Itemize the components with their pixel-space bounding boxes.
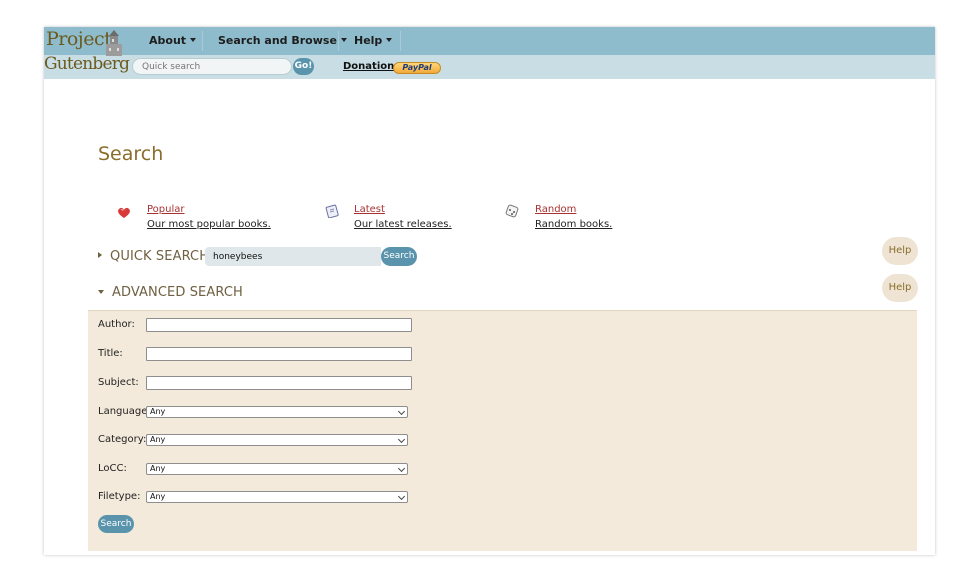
- page-title: Search: [98, 143, 164, 165]
- nav-about[interactable]: About: [149, 34, 197, 47]
- chevron-down-icon: [397, 407, 406, 416]
- advanced-search-toggle[interactable]: ADVANCED SEARCH: [98, 285, 243, 300]
- locc-select[interactable]: Any: [146, 463, 408, 475]
- category-select-value: Any: [150, 435, 166, 444]
- chevron-right-icon: [98, 252, 102, 258]
- nav-divider: [338, 31, 339, 51]
- page-container: Project Gutenberg About Search and Brows…: [44, 27, 935, 555]
- random-description[interactable]: Random books.: [535, 219, 612, 230]
- latest-description[interactable]: Our latest releases.: [354, 219, 452, 230]
- chevron-down-icon: [397, 435, 406, 444]
- title-field[interactable]: [146, 347, 412, 361]
- popular-link[interactable]: Popular: [147, 204, 185, 215]
- project-gutenberg-logo[interactable]: Project Gutenberg: [44, 27, 132, 79]
- quick-search-input[interactable]: [205, 247, 381, 266]
- advanced-search-panel: Author: Title: Subject: Language: Any Ca…: [88, 310, 917, 551]
- author-label: Author:: [98, 319, 135, 330]
- subject-field[interactable]: [146, 376, 412, 390]
- language-select-value: Any: [150, 407, 166, 416]
- book-icon: [325, 204, 339, 218]
- category-label: Category:: [98, 434, 147, 445]
- nav-search-and-browse[interactable]: Search and Browse: [218, 34, 347, 47]
- random-link[interactable]: Random: [535, 204, 576, 215]
- nav-help[interactable]: Help: [354, 34, 393, 47]
- advanced-search-help-button[interactable]: Help: [882, 274, 918, 302]
- chevron-down-icon: [386, 38, 393, 42]
- filetype-label: Filetype:: [98, 491, 141, 502]
- latest-link[interactable]: Latest: [354, 204, 385, 215]
- dice-icon: [505, 204, 519, 218]
- nav-about-label: About: [149, 34, 187, 47]
- locc-select-value: Any: [150, 464, 166, 473]
- locc-label: LoCC:: [98, 463, 127, 474]
- nav-divider: [202, 31, 203, 51]
- paypal-button[interactable]: PayPal: [393, 62, 441, 74]
- chevron-down-icon: [340, 38, 347, 42]
- language-select[interactable]: Any: [146, 406, 408, 418]
- popular-description[interactable]: Our most popular books.: [147, 219, 271, 230]
- nav-divider: [400, 31, 401, 51]
- title-label: Title:: [98, 348, 123, 359]
- advanced-search-button[interactable]: Search: [98, 515, 134, 533]
- quick-search-heading: QUICK SEARCH: [110, 249, 210, 264]
- quick-search-toggle[interactable]: QUICK SEARCH: [98, 249, 209, 264]
- header-quick-search-input[interactable]: [132, 58, 292, 75]
- advanced-search-heading: ADVANCED SEARCH: [112, 285, 243, 300]
- chevron-down-icon: [397, 492, 406, 501]
- logo-line-2: Gutenberg: [44, 54, 130, 74]
- chevron-down-icon: [190, 38, 197, 42]
- heart-icon: [118, 207, 130, 218]
- logo-line-1: Project: [46, 28, 112, 50]
- chevron-down-icon: [397, 464, 406, 473]
- quick-search-help-button[interactable]: Help: [882, 237, 918, 265]
- author-field[interactable]: [146, 318, 412, 332]
- language-label: Language:: [98, 406, 151, 417]
- donation-link[interactable]: Donation: [343, 61, 394, 72]
- nav-help-label: Help: [354, 34, 383, 47]
- nav-search-and-browse-label: Search and Browse: [218, 34, 337, 47]
- filetype-select-value: Any: [150, 492, 166, 501]
- subject-label: Subject:: [98, 377, 139, 388]
- quick-search-button[interactable]: Search: [381, 247, 417, 266]
- category-select[interactable]: Any: [146, 434, 408, 446]
- header-go-button[interactable]: Go!: [293, 58, 314, 75]
- filetype-select[interactable]: Any: [146, 491, 408, 503]
- chevron-down-icon: [98, 290, 104, 294]
